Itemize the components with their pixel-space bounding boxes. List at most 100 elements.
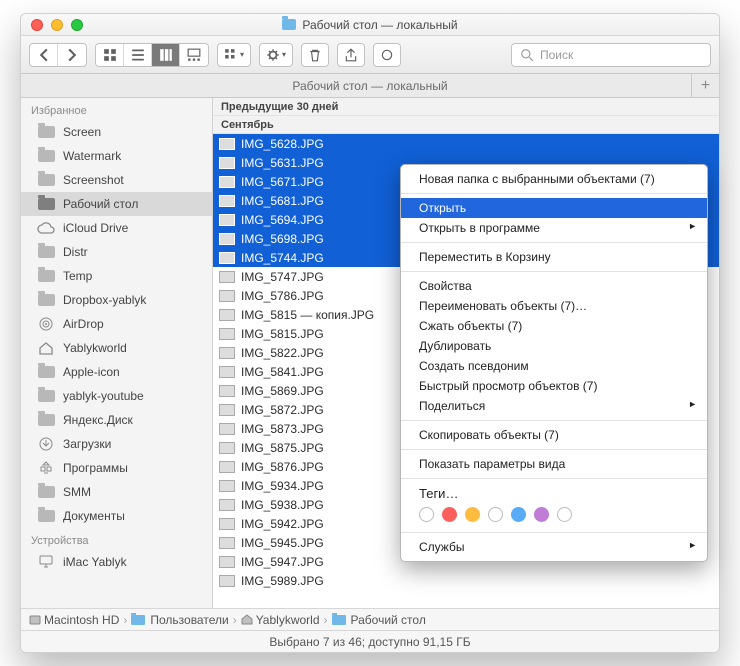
menu-item[interactable]: Дублировать bbox=[401, 336, 707, 356]
file-name: IMG_5631.JPG bbox=[241, 156, 324, 170]
file-thumbnail-icon bbox=[219, 556, 235, 568]
arrange-button[interactable]: ▾ bbox=[217, 43, 251, 67]
file-row[interactable]: IMG_5628.JPG bbox=[213, 134, 719, 153]
back-button[interactable] bbox=[30, 44, 58, 66]
menu-item-label: Переименовать объекты (7)… bbox=[419, 299, 587, 313]
menu-item[interactable]: Службы bbox=[401, 537, 707, 557]
path-label: Macintosh HD bbox=[44, 613, 119, 627]
path-separator-icon: › bbox=[324, 613, 328, 627]
menu-item[interactable]: Переместить в Корзину bbox=[401, 247, 707, 267]
folder-icon bbox=[37, 245, 55, 259]
icon-view-button[interactable] bbox=[96, 44, 124, 66]
tag-color-button[interactable] bbox=[488, 507, 503, 522]
forward-button[interactable] bbox=[58, 44, 86, 66]
file-thumbnail-icon bbox=[219, 347, 235, 359]
folder-icon bbox=[37, 125, 55, 139]
sidebar-item[interactable]: Watermark bbox=[21, 144, 212, 168]
folder-icon bbox=[131, 615, 145, 625]
sidebar-item[interactable]: Yablykworld bbox=[21, 336, 212, 360]
folder-icon bbox=[37, 509, 55, 523]
status-bar: Выбрано 7 из 46; доступно 91,15 ГБ bbox=[21, 630, 719, 652]
sidebar-item[interactable]: Dropbox-yablyk bbox=[21, 288, 212, 312]
sidebar-item[interactable]: Screenshot bbox=[21, 168, 212, 192]
menu-item[interactable]: Показать параметры вида bbox=[401, 454, 707, 474]
status-text: Выбрано 7 из 46; доступно 91,15 ГБ bbox=[269, 635, 470, 649]
file-name: IMG_5747.JPG bbox=[241, 270, 324, 284]
menu-separator bbox=[401, 532, 707, 533]
menu-item[interactable]: Скопировать объекты (7) bbox=[401, 425, 707, 445]
path-item[interactable]: Yablykworld bbox=[241, 613, 320, 627]
sidebar-item[interactable]: Загрузки bbox=[21, 432, 212, 456]
file-thumbnail-icon bbox=[219, 252, 235, 264]
share-button[interactable] bbox=[337, 43, 365, 67]
sidebar-item-label: Документы bbox=[63, 509, 125, 523]
menu-item-label: Службы bbox=[419, 540, 464, 554]
path-separator-icon: › bbox=[123, 613, 127, 627]
file-row[interactable]: IMG_5989.JPG bbox=[213, 571, 719, 590]
path-label: Yablykworld bbox=[256, 613, 320, 627]
tag-color-button[interactable] bbox=[442, 507, 457, 522]
sidebar-item-label: iMac Yablyk bbox=[63, 555, 127, 569]
tags-button[interactable] bbox=[373, 43, 401, 67]
file-name: IMG_5942.JPG bbox=[241, 517, 324, 531]
menu-item[interactable]: Переименовать объекты (7)… bbox=[401, 296, 707, 316]
tag-color-button[interactable] bbox=[534, 507, 549, 522]
trash-button[interactable] bbox=[301, 43, 329, 67]
menu-item[interactable]: Открыть в программе bbox=[401, 218, 707, 238]
file-thumbnail-icon bbox=[219, 499, 235, 511]
sidebar-item[interactable]: Рабочий стол bbox=[21, 192, 212, 216]
sidebar-item[interactable]: Яндекс.Диск bbox=[21, 408, 212, 432]
sidebar-item[interactable]: Apple-icon bbox=[21, 360, 212, 384]
folder-dark-icon bbox=[37, 197, 55, 211]
folder-icon bbox=[282, 19, 296, 30]
list-view-button[interactable] bbox=[124, 44, 152, 66]
file-thumbnail-icon bbox=[219, 575, 235, 587]
file-name: IMG_5786.JPG bbox=[241, 289, 324, 303]
sidebar-item-label: Apple-icon bbox=[63, 365, 120, 379]
menu-item[interactable]: Свойства bbox=[401, 276, 707, 296]
menu-item-label: Переместить в Корзину bbox=[419, 250, 551, 264]
sidebar-item[interactable]: Distr bbox=[21, 240, 212, 264]
path-item[interactable]: Пользователи bbox=[131, 613, 228, 627]
new-tab-button[interactable]: + bbox=[691, 74, 719, 98]
sidebar-item[interactable]: AirDrop bbox=[21, 312, 212, 336]
tag-color-button[interactable] bbox=[465, 507, 480, 522]
column-view-button[interactable] bbox=[152, 44, 180, 66]
folder-icon bbox=[37, 173, 55, 187]
gallery-view-button[interactable] bbox=[180, 44, 208, 66]
sidebar-item[interactable]: yablyk-youtube bbox=[21, 384, 212, 408]
file-name: IMG_5841.JPG bbox=[241, 365, 324, 379]
sidebar-item[interactable]: Screen bbox=[21, 120, 212, 144]
file-thumbnail-icon bbox=[219, 176, 235, 188]
sidebar-item[interactable]: iMac Yablyk bbox=[21, 550, 212, 574]
sidebar-item-label: SMM bbox=[63, 485, 91, 499]
menu-item[interactable]: Быстрый просмотр объектов (7) bbox=[401, 376, 707, 396]
sidebar-item[interactable]: iCloud Drive bbox=[21, 216, 212, 240]
menu-item[interactable]: Сжать объекты (7) bbox=[401, 316, 707, 336]
file-thumbnail-icon bbox=[219, 138, 235, 150]
tag-color-button[interactable] bbox=[419, 507, 434, 522]
menu-item-label: Дублировать bbox=[419, 339, 491, 353]
sidebar-item[interactable]: Программы bbox=[21, 456, 212, 480]
menu-item[interactable]: Создать псевдоним bbox=[401, 356, 707, 376]
home-icon bbox=[241, 614, 253, 625]
menu-item[interactable]: Новая папка с выбранными объектами (7) bbox=[401, 169, 707, 189]
action-button[interactable]: ▾ bbox=[259, 43, 293, 67]
path-item[interactable]: Рабочий стол bbox=[332, 613, 426, 627]
menu-item-label: Показать параметры вида bbox=[419, 457, 565, 471]
tag-color-button[interactable] bbox=[557, 507, 572, 522]
file-thumbnail-icon bbox=[219, 233, 235, 245]
sidebar-item[interactable]: Temp bbox=[21, 264, 212, 288]
tab-label[interactable]: Рабочий стол — локальный bbox=[292, 79, 447, 93]
downloads-icon bbox=[37, 437, 55, 451]
menu-item[interactable]: Открыть bbox=[401, 198, 707, 218]
search-field[interactable]: Поиск bbox=[511, 43, 711, 67]
menu-item[interactable]: Поделиться bbox=[401, 396, 707, 416]
context-menu: Новая папка с выбранными объектами (7) От… bbox=[400, 164, 708, 562]
file-thumbnail-icon bbox=[219, 537, 235, 549]
tag-color-button[interactable] bbox=[511, 507, 526, 522]
sidebar-item-label: Программы bbox=[63, 461, 128, 475]
path-item[interactable]: Macintosh HD bbox=[29, 613, 119, 627]
sidebar-item[interactable]: SMM bbox=[21, 480, 212, 504]
sidebar-item[interactable]: Документы bbox=[21, 504, 212, 528]
